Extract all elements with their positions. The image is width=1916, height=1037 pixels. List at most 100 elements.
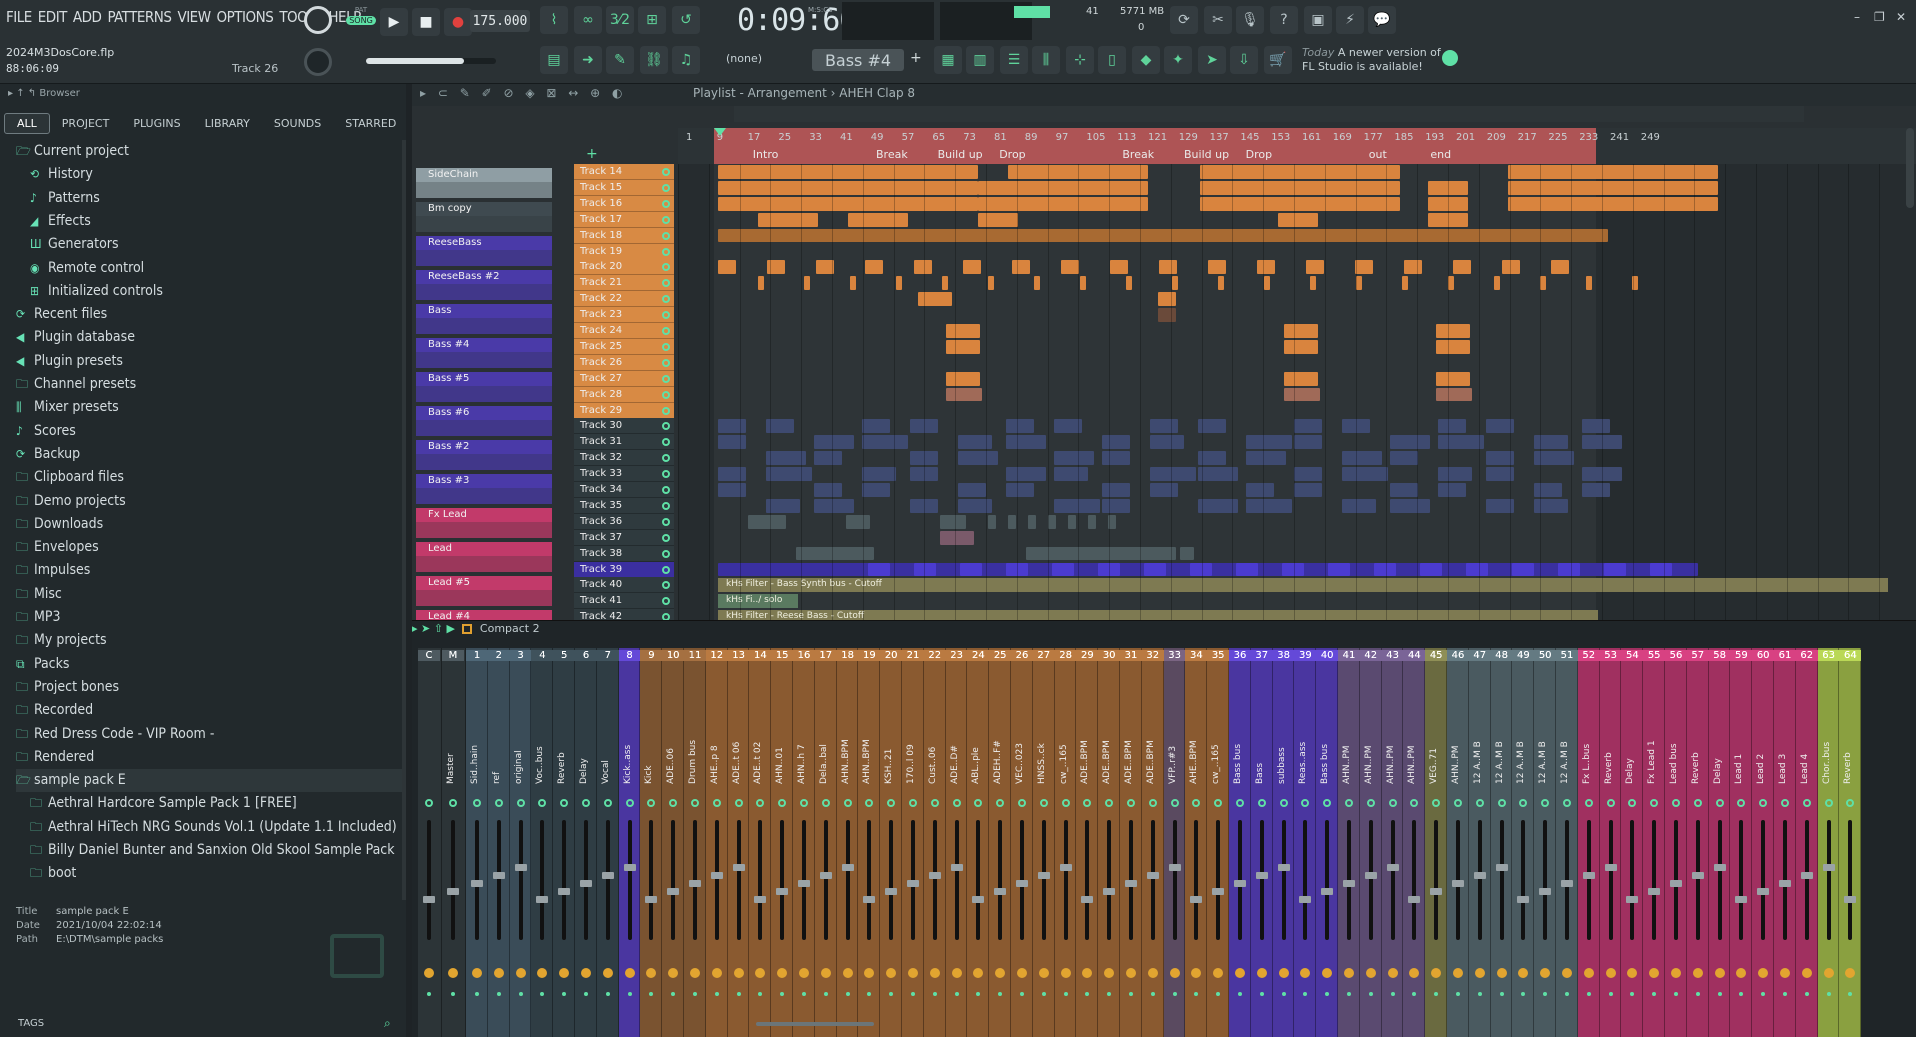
volume-fader[interactable] <box>1325 820 1330 940</box>
fader-knob[interactable] <box>1844 896 1857 903</box>
strip-mute-led[interactable] <box>1519 799 1528 807</box>
fader-knob[interactable] <box>1648 888 1661 895</box>
clip[interactable] <box>846 514 870 529</box>
mixer-strip[interactable]: 4 Voc..bus <box>531 648 554 1037</box>
route-lamp-icon[interactable] <box>472 968 482 978</box>
volume-fader[interactable] <box>889 820 894 940</box>
send-dot[interactable] <box>605 992 610 996</box>
fader-knob[interactable] <box>645 896 658 903</box>
fader-knob[interactable] <box>1626 896 1639 903</box>
clip[interactable] <box>1080 276 1086 291</box>
track-header[interactable]: Track 14 <box>574 164 674 180</box>
clip[interactable] <box>1586 276 1592 291</box>
send-dot[interactable] <box>714 992 719 996</box>
clip[interactable] <box>942 276 948 291</box>
track-header[interactable]: Track 41 <box>574 593 674 610</box>
clip[interactable] <box>946 387 982 402</box>
play-button[interactable]: ▶ <box>380 8 408 36</box>
strip-mute-led[interactable] <box>582 799 590 807</box>
metronome-icon[interactable]: ⌇ <box>540 6 568 34</box>
clip[interactable] <box>1246 435 1292 450</box>
marker-label[interactable]: Build up <box>1184 148 1229 161</box>
clip[interactable] <box>1436 387 1472 402</box>
clip[interactable] <box>940 530 974 545</box>
save-icon[interactable]: ▣ <box>1304 6 1332 34</box>
clip[interactable] <box>1436 339 1470 354</box>
fader-knob[interactable] <box>580 880 592 887</box>
track-enable-led[interactable] <box>662 422 670 431</box>
fader-knob[interactable] <box>667 888 680 895</box>
track-header[interactable]: Track 40 <box>574 577 674 594</box>
fader-knob[interactable] <box>885 888 898 895</box>
channel-item[interactable]: ReeseBass <box>416 236 552 268</box>
mixer-strip[interactable]: 6 Delay <box>575 648 597 1037</box>
clip[interactable] <box>1012 260 1030 275</box>
volume-fader[interactable] <box>845 820 850 940</box>
tab-plugins[interactable]: PLUGINS <box>121 114 192 133</box>
route-lamp-icon[interactable] <box>602 968 613 978</box>
mixer-strip[interactable]: 47 12 A..M B <box>1468 648 1491 1037</box>
clip[interactable] <box>960 562 982 577</box>
fader-knob[interactable] <box>1408 896 1421 903</box>
mixer-strip[interactable]: 2 ref <box>487 648 510 1037</box>
strip-mute-led[interactable] <box>1584 799 1593 807</box>
mixer-strip[interactable]: 25 ADEH..F# <box>989 648 1012 1037</box>
clip[interactable] <box>814 498 854 513</box>
tree-item[interactable]: 🗀 Impulses <box>16 559 406 582</box>
channel-item[interactable]: Bass <box>416 304 552 336</box>
strip-mute-led[interactable] <box>1693 799 1702 807</box>
clip[interactable] <box>758 196 818 211</box>
fader-knob[interactable] <box>1234 880 1246 887</box>
send-dot[interactable] <box>1390 992 1395 996</box>
clip[interactable] <box>1172 276 1178 291</box>
pitch-knob[interactable] <box>304 48 332 76</box>
send-dot[interactable] <box>1477 992 1482 996</box>
fader-knob[interactable] <box>819 872 832 879</box>
playlist-vscroll[interactable] <box>1906 128 1914 208</box>
clip[interactable] <box>1158 308 1176 322</box>
track-enable-led[interactable] <box>662 199 670 208</box>
send-dot[interactable] <box>475 992 479 996</box>
fader-knob[interactable] <box>1691 872 1704 879</box>
clip[interactable] <box>1246 483 1274 497</box>
mixer-strip[interactable]: 40 Bass bus <box>1316 648 1339 1037</box>
clip[interactable] <box>1006 435 1046 450</box>
send-dot[interactable] <box>889 992 894 996</box>
send-dot[interactable] <box>1586 992 1591 996</box>
volume-fader[interactable] <box>1303 820 1308 940</box>
clip[interactable] <box>940 514 966 529</box>
mixer-strip[interactable]: C <box>418 648 442 1037</box>
mixer-strip[interactable]: 10 ADE..06 <box>662 648 685 1037</box>
channel-item[interactable]: Bass #5 <box>416 372 552 404</box>
strip-mute-led[interactable] <box>1388 799 1397 807</box>
tree-item[interactable]: ♪ Patterns <box>30 187 406 210</box>
marker-label[interactable]: Break <box>876 148 908 161</box>
add-pattern-icon[interactable]: + <box>910 50 922 66</box>
route-lamp-icon[interactable] <box>1496 968 1507 978</box>
clip[interactable] <box>1052 562 1074 577</box>
route-lamp-icon[interactable] <box>820 968 831 978</box>
fader-knob[interactable] <box>1800 872 1813 879</box>
clip[interactable] <box>1294 435 1322 450</box>
mixer-strip[interactable]: 43 AHN..PM <box>1381 648 1404 1037</box>
channel-item[interactable]: Lead <box>416 542 552 574</box>
route-lamp-icon[interactable] <box>886 968 897 978</box>
mixer-strip[interactable]: 57 Reverb <box>1686 648 1709 1037</box>
track-header[interactable]: Track 33 <box>574 466 674 483</box>
search-icon[interactable]: ⌕ <box>384 1016 391 1031</box>
tree-item[interactable]: ◉ Remote control <box>30 257 406 280</box>
clip[interactable] <box>1438 435 1484 450</box>
strip-mute-led[interactable] <box>647 799 656 807</box>
mixer-strip[interactable]: 48 12 A..M B <box>1490 648 1513 1037</box>
strip-mute-led[interactable] <box>952 799 961 807</box>
clip[interactable] <box>1054 451 1094 466</box>
volume-fader[interactable] <box>1695 820 1700 940</box>
clip[interactable] <box>1294 483 1322 497</box>
strip-mute-led[interactable] <box>865 799 874 807</box>
route-lamp-icon[interactable] <box>929 968 940 978</box>
mixer-strip[interactable]: 51 12 A..M B <box>1556 648 1578 1037</box>
clip[interactable] <box>1278 196 1318 211</box>
track-enable-led[interactable] <box>662 374 670 383</box>
restore-icon[interactable]: ❐ <box>1874 10 1885 24</box>
send-dot[interactable] <box>911 992 915 996</box>
